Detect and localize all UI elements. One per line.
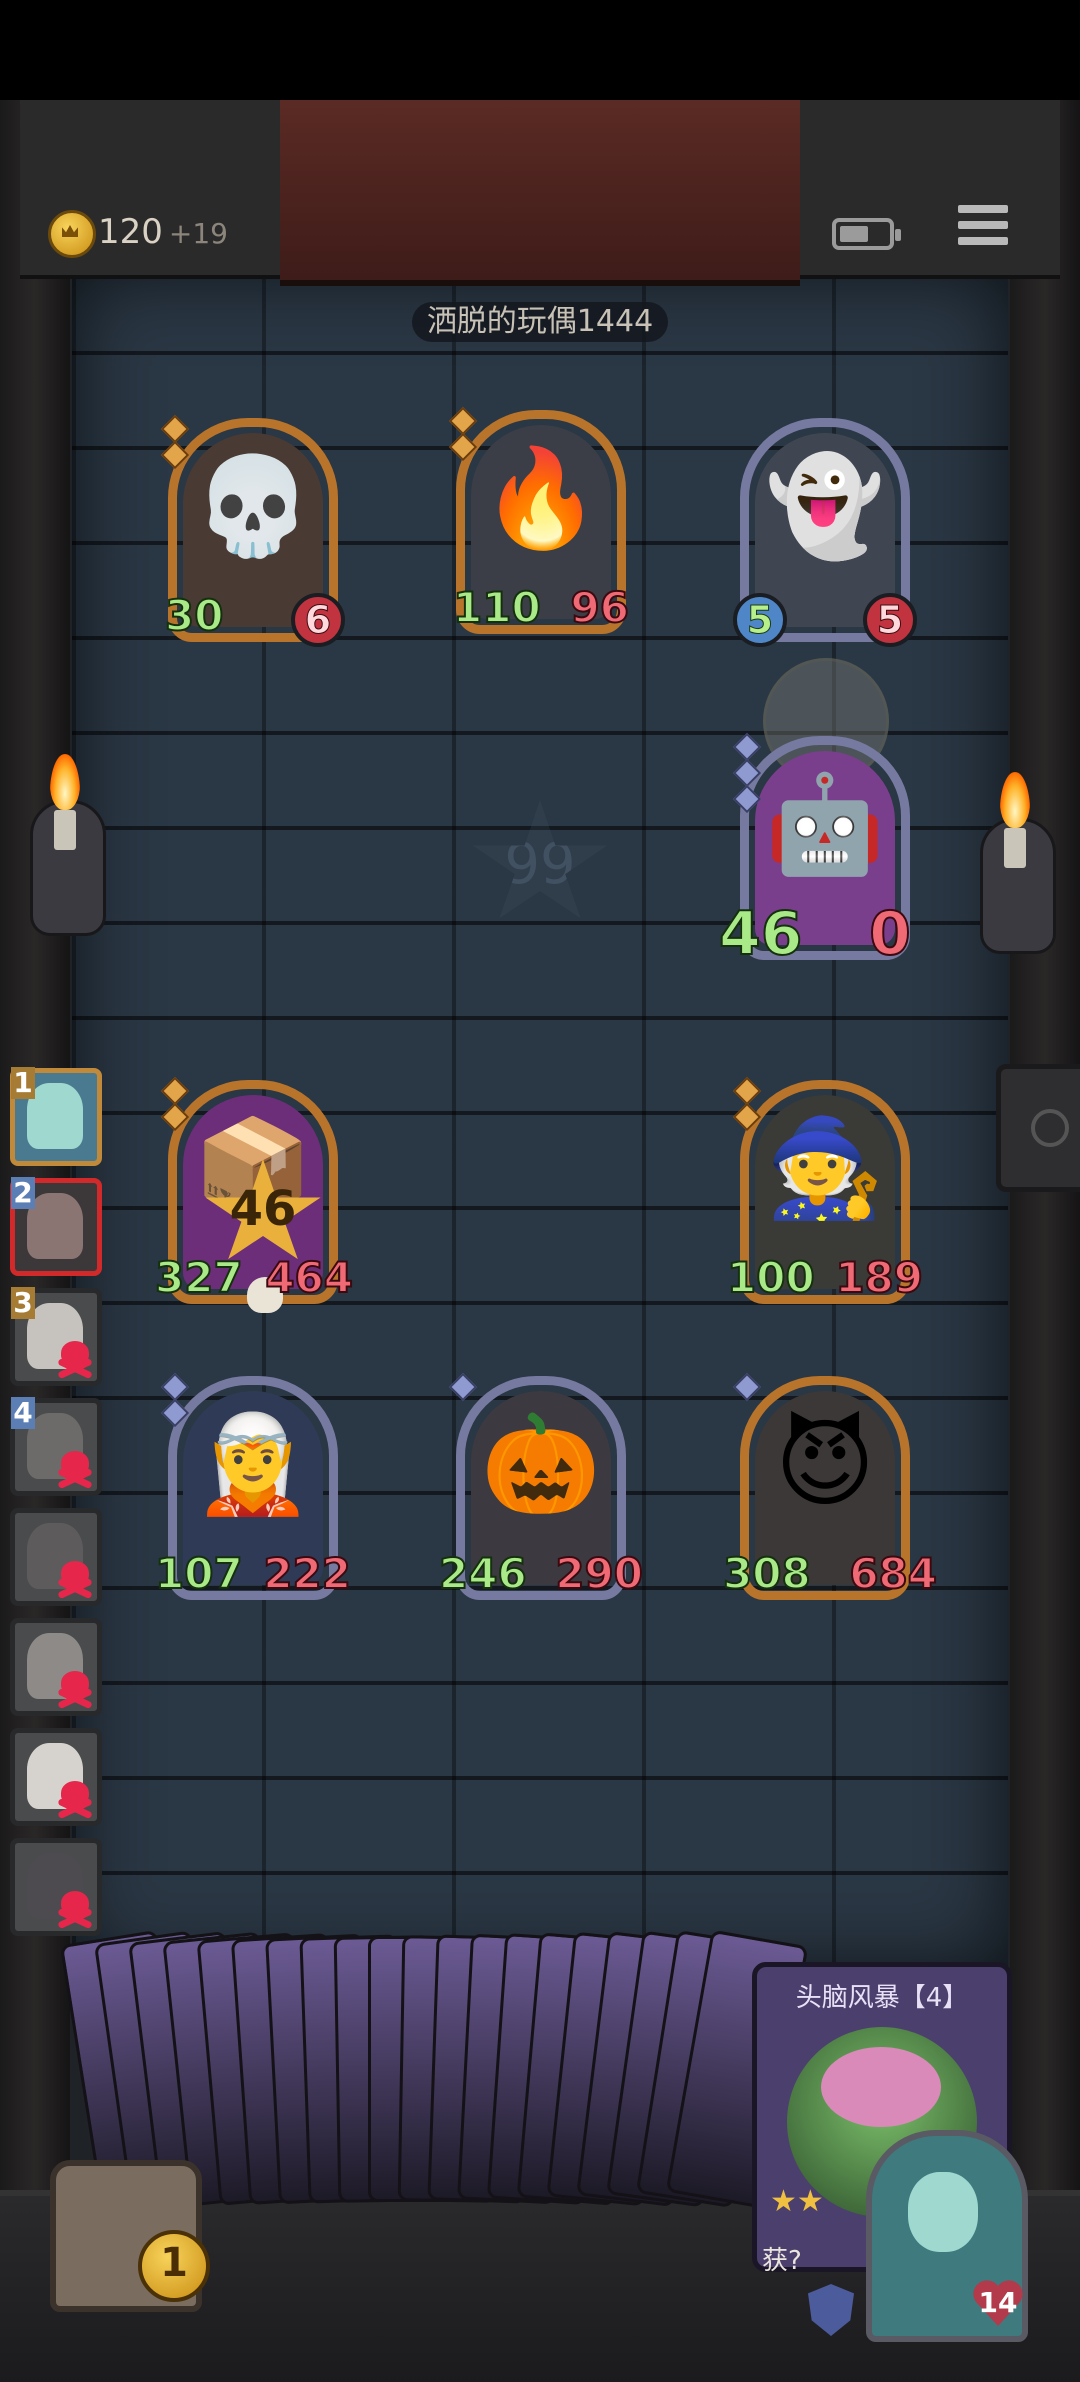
- torch-icon: [970, 772, 1060, 958]
- board-card[interactable]: 👻 5 5: [733, 418, 917, 647]
- skull-icon: [55, 1779, 95, 1820]
- curtain: [280, 100, 800, 286]
- status-bar-area: [0, 0, 1080, 100]
- right-pillar: [1010, 100, 1080, 2300]
- buff-value: 46: [229, 1181, 297, 1237]
- gold-counter: 120 +19: [98, 212, 228, 252]
- queue-number: 1: [11, 1067, 35, 1099]
- card-art: 🎃: [481, 1408, 601, 1520]
- board-card[interactable]: 🤖 46 0: [718, 732, 912, 965]
- queue-slot[interactable]: 3: [10, 1287, 102, 1386]
- torch-icon: [20, 754, 110, 940]
- attack-value: 246: [438, 1549, 528, 1598]
- card-art: 👻: [765, 450, 885, 562]
- queue-slot[interactable]: [10, 1728, 102, 1826]
- card-art: 🔥: [481, 442, 601, 554]
- avatar: [27, 1193, 83, 1259]
- attack-value: 110: [452, 583, 542, 632]
- card-art: 🤖: [765, 768, 885, 880]
- attack-value: 107: [154, 1549, 244, 1598]
- attack-value: 327: [154, 1253, 244, 1302]
- menu-icon[interactable]: [958, 205, 1008, 255]
- skull-icon: [55, 1339, 95, 1380]
- attack-value: 30: [164, 591, 224, 640]
- health-value: 222: [262, 1549, 352, 1598]
- skull-icon: [55, 1669, 95, 1710]
- attack-value: 100: [726, 1253, 816, 1302]
- opponent-name: 洒脱的玩偶1444: [412, 302, 668, 342]
- avatar: [27, 1083, 83, 1149]
- queue-number: 2: [11, 1177, 35, 1209]
- coin-icon: [48, 210, 96, 258]
- queue-slot[interactable]: [10, 1618, 102, 1716]
- health-value: 189: [834, 1253, 924, 1302]
- gold-amount: 120: [98, 212, 163, 252]
- health-value: 0: [868, 899, 912, 969]
- board-card[interactable]: 💀 30 6: [160, 414, 345, 647]
- board-card[interactable]: 🧙 100 189: [726, 1076, 924, 1304]
- side-toggle-button[interactable]: [996, 1064, 1080, 1192]
- health-value: 6: [291, 593, 345, 647]
- chest-count: 1: [138, 2230, 210, 2302]
- attack-value: 308: [722, 1549, 812, 1598]
- header-right-panel: [790, 100, 1060, 279]
- skull-icon: [55, 1559, 95, 1600]
- queue-number: 4: [11, 1397, 35, 1429]
- health-value: 5: [863, 593, 917, 647]
- attack-value: 46: [718, 899, 803, 969]
- board-card[interactable]: 🎃 246 290: [438, 1372, 644, 1600]
- gold-income: +19: [168, 217, 228, 250]
- board-card[interactable]: 🧝 107 222: [154, 1372, 352, 1600]
- health-value: 290: [554, 1549, 644, 1598]
- attack-value: 5: [733, 593, 787, 647]
- board-card[interactable]: 😈 308 684: [722, 1372, 938, 1600]
- queue-slot[interactable]: [10, 1508, 102, 1606]
- card-art: 💀: [193, 450, 313, 562]
- board-card[interactable]: 📦 46 327 464: [154, 1076, 354, 1313]
- queue-slot[interactable]: 1: [10, 1067, 102, 1166]
- card-art: 🧝: [193, 1408, 313, 1520]
- skull-icon: [55, 1449, 95, 1490]
- queue-number: 3: [11, 1287, 35, 1319]
- card-stars: ★★: [770, 2184, 824, 2219]
- board-card[interactable]: 🔥 110 96: [448, 406, 630, 634]
- acquire-button[interactable]: 获?: [762, 2240, 802, 2277]
- skull-icon: [55, 1889, 95, 1930]
- card-art: 😈: [774, 1408, 876, 1520]
- card-art: 🧙: [765, 1112, 885, 1224]
- health-value: 464: [264, 1253, 354, 1302]
- queue-slot[interactable]: 4: [10, 1397, 102, 1496]
- queue-slot[interactable]: [10, 1838, 102, 1936]
- health-value: 684: [848, 1549, 938, 1598]
- battery-icon: [832, 218, 901, 250]
- brain-icon: [821, 2047, 941, 2127]
- hero-face: [908, 2172, 978, 2252]
- hero-health: 14: [978, 2286, 1018, 2319]
- treasure-chest[interactable]: 1: [20, 2120, 220, 2320]
- turn-order-queue: 1 2 3 4: [10, 1067, 114, 1948]
- queue-slot[interactable]: 2: [10, 1177, 102, 1276]
- health-value: 96: [570, 583, 630, 632]
- featured-card-title: 头脑风暴【4】: [795, 1983, 969, 2013]
